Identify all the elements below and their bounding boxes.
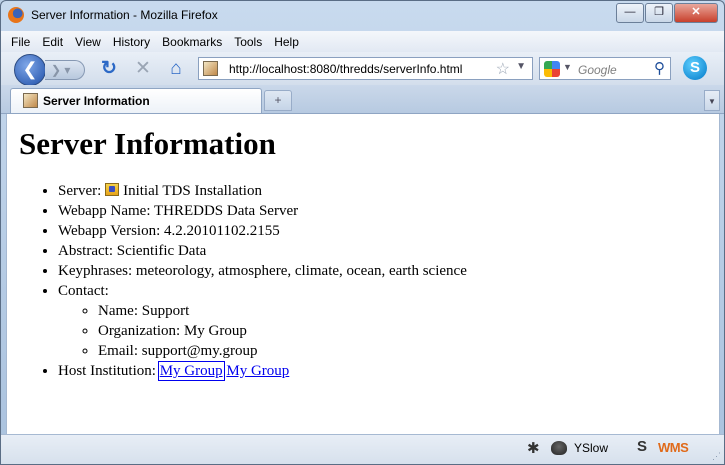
host-link-primary[interactable]: My Group xyxy=(157,361,225,381)
home-icon[interactable]: ⌂ xyxy=(165,59,187,79)
stop-icon[interactable]: ✕ xyxy=(132,59,154,79)
menu-tools[interactable]: Tools xyxy=(234,35,262,49)
back-arrow-icon: ❮ xyxy=(22,59,38,79)
host-link-secondary[interactable]: My Group xyxy=(226,363,289,379)
contact-name: Name: Support xyxy=(98,301,467,321)
reload-icon[interactable]: ↻ xyxy=(98,59,120,79)
list-item-keyphrases: Keyphrases: meteorology, atmosphere, cli… xyxy=(58,261,467,281)
skype-icon[interactable]: S xyxy=(683,56,707,80)
host-label: Host Institution: xyxy=(58,363,156,379)
list-item-abstract: Abstract: Scientific Data xyxy=(58,241,467,261)
back-button[interactable]: ❮ xyxy=(14,54,46,86)
title-bar: Server Information - Mozilla Firefox — ❐… xyxy=(1,1,724,31)
tab-strip: Server Information + ▼ xyxy=(1,85,724,114)
yslow-icon[interactable] xyxy=(551,441,567,455)
menu-bookmarks[interactable]: Bookmarks xyxy=(162,35,222,49)
menu-history[interactable]: History xyxy=(113,35,150,49)
bug-icon[interactable]: ✱ xyxy=(527,439,540,457)
contact-label: Contact: xyxy=(58,283,109,299)
page-content: Server Information Server: Initial TDS I… xyxy=(6,114,720,434)
tab-server-information[interactable]: Server Information xyxy=(10,88,262,113)
url-bar[interactable]: http://localhost:8080/thredds/serverInfo… xyxy=(198,57,533,80)
menu-bar: File Edit View History Bookmarks Tools H… xyxy=(1,31,724,52)
search-engine-dropdown-icon[interactable]: ▼ xyxy=(563,62,572,72)
server-icon xyxy=(105,183,120,196)
yslow-label[interactable]: YSlow xyxy=(574,441,608,455)
new-tab-button[interactable]: + xyxy=(264,90,292,111)
navigation-toolbar: ❮ ❯ ▾ ↻ ✕ ⌂ http://localhost:8080/thredd… xyxy=(1,52,724,86)
minimize-button[interactable]: — xyxy=(616,3,644,23)
browser-window: Server Information - Mozilla Firefox — ❐… xyxy=(0,0,725,465)
list-item-webapp-version: Webapp Version: 4.2.20101102.2155 xyxy=(58,221,467,241)
server-label: Server: xyxy=(58,183,102,199)
list-item-server: Server: Initial TDS Installation xyxy=(58,181,467,201)
tab-label: Server Information xyxy=(43,94,150,108)
list-item-webapp-name: Webapp Name: THREDDS Data Server xyxy=(58,201,467,221)
contact-organization: Organization: My Group xyxy=(98,321,467,341)
search-bar: ▼ ⚲ xyxy=(539,57,671,80)
tab-list-button[interactable]: ▼ xyxy=(704,90,720,111)
firefox-icon xyxy=(8,7,24,23)
list-item-contact: Contact: Name: Support Organization: My … xyxy=(58,281,467,361)
window-controls: — ❐ ✕ xyxy=(615,3,718,23)
contact-email: Email: support@my.group xyxy=(98,341,467,361)
url-text[interactable]: http://localhost:8080/thredds/serverInfo… xyxy=(229,62,462,76)
resize-grip-icon[interactable]: ⋰ xyxy=(712,451,721,462)
status-bar: ✱ YSlow S WMS ⋰ xyxy=(1,434,724,464)
server-value: Initial TDS Installation xyxy=(123,183,262,199)
forward-button[interactable]: ❯ ▾ xyxy=(45,60,85,80)
star-icon[interactable]: ☆ xyxy=(496,59,510,79)
menu-file[interactable]: File xyxy=(11,35,30,49)
server-info-list: Server: Initial TDS Installation Webapp … xyxy=(7,181,467,381)
forward-arrow-icon: ❯ ▾ xyxy=(51,63,71,77)
menu-help[interactable]: Help xyxy=(274,35,299,49)
maximize-button[interactable]: ❐ xyxy=(645,3,673,23)
url-dropdown-icon[interactable]: ▼ xyxy=(516,61,526,72)
close-button[interactable]: ✕ xyxy=(674,3,718,23)
page-title: Server Information xyxy=(19,126,276,161)
chevron-down-icon: ▼ xyxy=(708,97,716,106)
plus-icon: + xyxy=(274,93,282,107)
contact-list: Name: Support Organization: My Group Ema… xyxy=(58,301,467,361)
site-favicon-icon xyxy=(203,61,218,76)
magnifier-icon[interactable]: ⚲ xyxy=(654,59,665,77)
wms-label[interactable]: WMS xyxy=(658,440,689,455)
s-icon[interactable]: S xyxy=(637,438,647,455)
google-icon[interactable] xyxy=(544,61,560,77)
menu-view[interactable]: View xyxy=(75,35,101,49)
tab-favicon-icon xyxy=(23,93,38,108)
list-item-host-institution: Host Institution: My Group My Group xyxy=(58,361,467,381)
menu-edit[interactable]: Edit xyxy=(42,35,63,49)
window-title: Server Information - Mozilla Firefox xyxy=(31,8,218,22)
search-input[interactable] xyxy=(576,60,652,79)
